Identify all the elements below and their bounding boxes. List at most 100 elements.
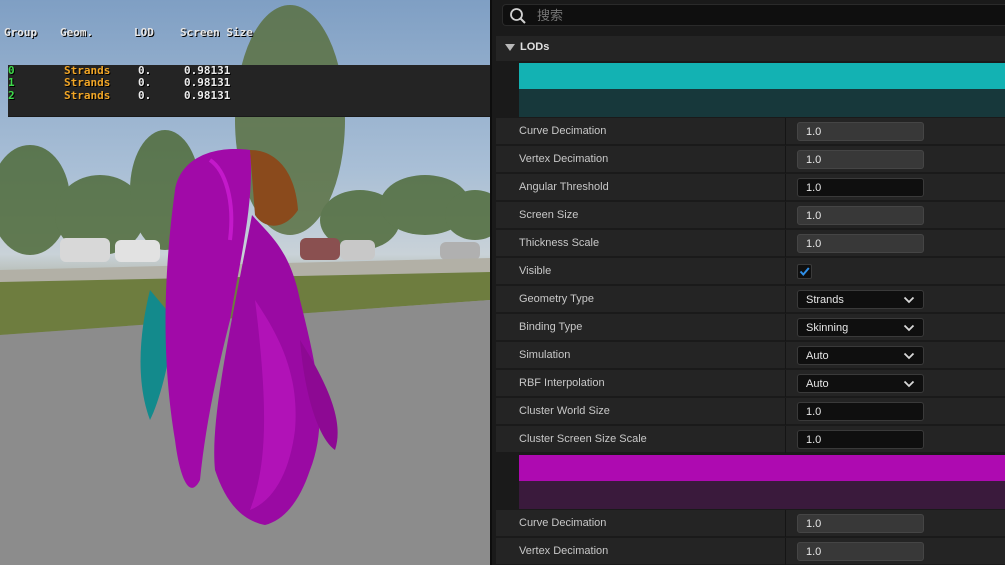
stats-header: Group Geom. LOD Screen Size [4, 26, 276, 40]
simulation-dropdown[interactable]: Auto [797, 346, 924, 365]
stats-screen-size: 0.98131 [184, 76, 231, 89]
geometry-type-dropdown[interactable]: Strands [797, 290, 924, 309]
thickness-scale-field[interactable]: 1.0 [797, 234, 924, 253]
triangle-down-icon[interactable] [505, 44, 515, 52]
cluster-screen-size-scale-field[interactable]: 1.0 [797, 430, 924, 449]
hair-stats-overlay: Group Geom. LOD Screen Size 0 Strands 0. 0.981… [4, 2, 490, 117]
stats-geom: Strands [64, 88, 111, 102]
lod-group-header[interactable] [519, 89, 1005, 117]
screen-size-field[interactable]: 1.0 [797, 206, 924, 225]
stats-row: 2 Strands 0. 0.98131 [8, 88, 490, 117]
column-divider[interactable] [785, 258, 786, 285]
angular-threshold-field[interactable]: 1.0 [797, 178, 924, 197]
field-value: 1.0 [806, 126, 822, 138]
property-row-binding-type: Binding Type Skinning [496, 314, 1005, 341]
column-divider[interactable] [785, 118, 786, 145]
chevron-down-icon [903, 324, 915, 332]
binding-type-dropdown[interactable]: Skinning [797, 318, 924, 337]
property-row-vertex-decimation: Vertex Decimation 1.0 [496, 538, 1005, 565]
rbf-interpolation-dropdown[interactable]: Auto [797, 374, 924, 393]
property-label: Thickness Scale [519, 237, 600, 249]
property-label: Vertex Decimation [519, 545, 609, 557]
stats-header-lod: LOD [134, 26, 154, 39]
chevron-down-icon [903, 352, 915, 360]
field-value: 1.0 [806, 434, 822, 446]
property-label: Cluster Screen Size Scale [519, 433, 647, 445]
curve-decimation-field[interactable]: 1.0 [797, 514, 924, 533]
field-value: 1.0 [806, 238, 822, 250]
stats-lod: 0. [138, 88, 152, 102]
vertex-decimation-field[interactable]: 1.0 [797, 150, 924, 169]
property-row-curve-decimation: Curve Decimation 1.0 [496, 118, 1005, 145]
column-divider[interactable] [785, 146, 786, 173]
checkmark-icon [799, 267, 810, 277]
stats-header-screen-size: Screen Size [180, 26, 253, 39]
column-divider[interactable] [785, 230, 786, 257]
column-divider[interactable] [785, 202, 786, 229]
property-row-vertex-decimation: Vertex Decimation 1.0 [496, 146, 1005, 173]
cluster-world-size-field[interactable]: 1.0 [797, 402, 924, 421]
section-header-lods[interactable]: LODs [496, 36, 1005, 61]
stats-geom: Strands [64, 76, 111, 89]
property-label: Cluster World Size [519, 405, 610, 417]
property-label: Simulation [519, 349, 571, 361]
property-row-cluster-world-size: Cluster World Size 1.0 [496, 398, 1005, 425]
chevron-down-icon [903, 380, 915, 388]
lod-group-color-bar [519, 455, 1005, 481]
property-label: Vertex Decimation [519, 153, 609, 165]
property-label: Visible [519, 265, 552, 277]
visible-checkbox[interactable] [797, 264, 812, 279]
property-row-simulation: Simulation Auto [496, 342, 1005, 369]
field-value: 1.0 [806, 406, 822, 418]
curve-decimation-field[interactable]: 1.0 [797, 122, 924, 141]
search-icon [510, 8, 526, 24]
details-panel: LODs Curve Decimation 1.0 Vertex Decimat… [490, 0, 1005, 565]
field-value: 1.0 [806, 546, 822, 558]
property-row-angular-threshold: Angular Threshold 1.0 [496, 174, 1005, 201]
column-divider[interactable] [785, 510, 786, 537]
property-row-geometry-type: Geometry Type Strands [496, 286, 1005, 313]
dropdown-value: Auto [806, 350, 829, 362]
property-label: RBF Interpolation [519, 377, 605, 389]
column-divider[interactable] [785, 286, 786, 313]
stats-header-group: Group [4, 26, 38, 39]
property-label: Angular Threshold [519, 181, 609, 193]
search-input[interactable] [535, 6, 839, 26]
stats-group: 0 [8, 63, 15, 77]
lod-group-color-bar [519, 63, 1005, 89]
dropdown-value: Strands [806, 294, 844, 306]
column-divider[interactable] [785, 314, 786, 341]
search-box[interactable] [502, 4, 1005, 26]
field-value: 1.0 [806, 210, 822, 222]
field-value: 1.0 [806, 182, 822, 194]
column-divider[interactable] [785, 538, 786, 565]
column-divider[interactable] [785, 370, 786, 397]
property-label: Screen Size [519, 209, 579, 221]
column-divider[interactable] [785, 398, 786, 425]
property-row-visible: Visible [496, 258, 1005, 285]
property-row-thickness-scale: Thickness Scale 1.0 [496, 230, 1005, 257]
stats-header-geom: Geom. [60, 26, 94, 39]
vertex-decimation-field[interactable]: 1.0 [797, 542, 924, 561]
property-label: Binding Type [519, 321, 583, 333]
stats-group: 2 [8, 88, 15, 102]
column-divider[interactable] [785, 174, 786, 201]
field-value: 1.0 [806, 518, 822, 530]
stats-screen-size: 0.98131 [184, 88, 231, 102]
column-divider[interactable] [785, 342, 786, 369]
property-row-rbf-interpolation: RBF Interpolation Auto [496, 370, 1005, 397]
lod-group-header[interactable] [519, 481, 1005, 509]
stats-group: 1 [8, 76, 15, 89]
viewport[interactable]: Group Geom. LOD Screen Size 0 Strands 0. 0.981… [0, 0, 490, 565]
dropdown-value: Auto [806, 378, 829, 390]
chevron-down-icon [903, 296, 915, 304]
column-divider[interactable] [785, 426, 786, 453]
field-value: 1.0 [806, 154, 822, 166]
property-label: Curve Decimation [519, 125, 607, 137]
property-row-curve-decimation: Curve Decimation 1.0 [496, 510, 1005, 537]
dropdown-value: Skinning [806, 322, 849, 334]
section-title: LODs [520, 41, 550, 53]
property-label: Geometry Type [519, 293, 594, 305]
property-label: Curve Decimation [519, 517, 607, 529]
property-row-cluster-screen-size-scale: Cluster Screen Size Scale 1.0 [496, 426, 1005, 453]
